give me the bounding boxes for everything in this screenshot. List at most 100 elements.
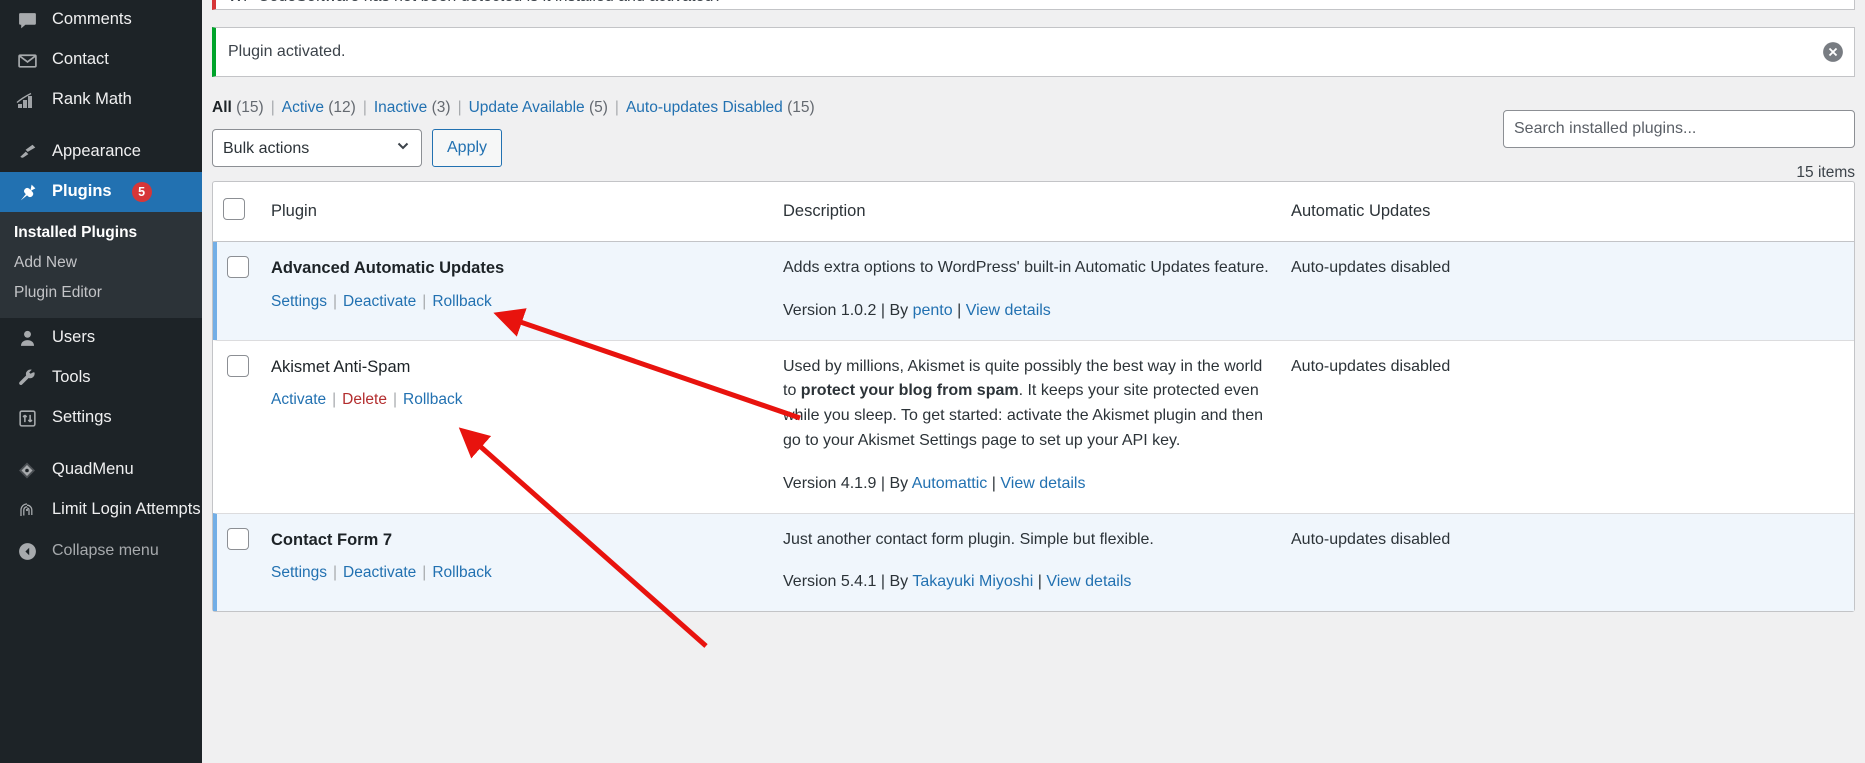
filter-count: (15) bbox=[236, 99, 264, 116]
meta-separator: | bbox=[880, 573, 886, 591]
deactivate-link[interactable]: Deactivate bbox=[343, 564, 416, 581]
notice-error-partial: WP CodeSoftware has not been detected is… bbox=[212, 0, 1855, 10]
auto-updates-status[interactable]: Auto-updates disabled bbox=[1291, 259, 1450, 276]
filter-label[interactable]: Active bbox=[282, 99, 324, 116]
row-checkbox-cell bbox=[213, 512, 261, 612]
settings-sliders-icon bbox=[14, 407, 40, 429]
rollback-link[interactable]: Rollback bbox=[432, 293, 491, 310]
collapse-menu-label: Collapse menu bbox=[52, 542, 159, 559]
sidebar-item-quadmenu[interactable]: QuadMenu bbox=[0, 450, 202, 490]
sidebar-item-label: Settings bbox=[52, 408, 112, 427]
sidebar-item-comments[interactable]: Comments bbox=[0, 0, 202, 40]
filter-update-available[interactable]: Update Available (5) bbox=[469, 99, 608, 117]
plugins-submenu: Installed Plugins Add New Plugin Editor bbox=[0, 212, 202, 318]
activate-link[interactable]: Activate bbox=[271, 391, 326, 408]
sidebar-item-label: QuadMenu bbox=[52, 460, 134, 479]
fingerprint-icon bbox=[14, 499, 40, 521]
sidebar-item-label: Comments bbox=[52, 10, 132, 29]
filter-label[interactable]: Update Available bbox=[469, 99, 585, 116]
close-circle-icon[interactable] bbox=[1822, 41, 1844, 63]
row-select-checkbox[interactable] bbox=[227, 256, 249, 278]
filter-all[interactable]: All (15) bbox=[212, 99, 264, 117]
deactivate-link[interactable]: Deactivate bbox=[343, 293, 416, 310]
row-select-checkbox[interactable] bbox=[227, 527, 249, 550]
settings-link[interactable]: Settings bbox=[271, 293, 327, 310]
envelope-icon bbox=[14, 49, 40, 71]
plugins-update-badge: 5 bbox=[131, 182, 152, 202]
sidebar-subitem-add-new[interactable]: Add New bbox=[0, 248, 202, 278]
row-select-checkbox[interactable] bbox=[227, 354, 249, 377]
sidebar-item-limit-login-attempts[interactable]: Limit Login Attempts bbox=[0, 490, 202, 530]
select-all-checkbox[interactable] bbox=[223, 198, 245, 220]
apply-button[interactable]: Apply bbox=[432, 129, 503, 167]
sidebar-item-rank-math[interactable]: Rank Math bbox=[0, 80, 202, 120]
version-prefix: Version bbox=[783, 573, 837, 591]
view-details-link[interactable]: View details bbox=[1046, 573, 1131, 590]
plugins-table: Plugin Description Automatic Updates Adv… bbox=[212, 181, 1855, 613]
by-label: By bbox=[889, 573, 909, 591]
sidebar-item-label: Limit Login Attempts bbox=[52, 500, 201, 519]
plugin-meta: Version 1.0.2 | By pento | View details bbox=[783, 299, 1271, 324]
table-row: Akismet Anti-Spam Activate | Delete | Rollba… bbox=[213, 339, 1854, 513]
plugin-auto-updates-cell: Auto-updates disabled bbox=[1281, 242, 1854, 340]
rank-math-icon bbox=[14, 89, 40, 111]
sidebar-item-appearance[interactable]: Appearance bbox=[0, 132, 202, 172]
filter-count: (3) bbox=[431, 99, 451, 116]
sidebar-item-plugins[interactable]: Plugins 5 bbox=[0, 172, 202, 212]
sidebar-item-label: Contact bbox=[52, 50, 109, 69]
version-number: 4.1.9 bbox=[840, 474, 877, 492]
sidebar-item-label: Users bbox=[52, 328, 96, 347]
quadmenu-diamond-icon bbox=[14, 459, 40, 481]
plugin-name-cell: Akismet Anti-Spam Activate | Delete | Rollba… bbox=[261, 339, 773, 513]
plugin-author-link[interactable]: Automattic bbox=[912, 475, 988, 492]
search-input[interactable] bbox=[1503, 110, 1855, 148]
plugin-name-cell: Contact Form 7 Settings | Deactivate | Rollb… bbox=[261, 512, 773, 612]
collapse-menu-button[interactable]: Collapse menu bbox=[0, 530, 202, 572]
auto-updates-status[interactable]: Auto-updates disabled bbox=[1291, 358, 1450, 375]
auto-updates-status[interactable]: Auto-updates disabled bbox=[1291, 531, 1450, 548]
plugin-row-actions: Activate | Delete | Rollback bbox=[271, 391, 463, 409]
column-header-description: Description bbox=[773, 182, 1281, 242]
sidebar-separator bbox=[0, 120, 202, 132]
table-row: Contact Form 7 Settings | Deactivate | Rollb… bbox=[213, 512, 1854, 612]
plug-icon bbox=[14, 181, 40, 203]
view-details-link[interactable]: View details bbox=[1000, 475, 1085, 492]
version-prefix: Version bbox=[783, 474, 837, 492]
plugin-description-cell: Used by millions, Akismet is quite possi… bbox=[773, 339, 1281, 513]
sidebar-item-contact[interactable]: Contact bbox=[0, 40, 202, 80]
filter-auto-updates-disabled[interactable]: Auto-updates Disabled (15) bbox=[626, 99, 815, 117]
plugin-author-link[interactable]: Takayuki Miyoshi bbox=[912, 573, 1033, 590]
rollback-link[interactable]: Rollback bbox=[432, 564, 491, 581]
column-header-plugin[interactable]: Plugin bbox=[261, 182, 773, 242]
delete-link[interactable]: Delete bbox=[342, 391, 387, 408]
sidebar-subitem-plugin-editor[interactable]: Plugin Editor bbox=[0, 278, 202, 308]
sidebar-item-users[interactable]: Users bbox=[0, 318, 202, 358]
plugin-author-link[interactable]: pento bbox=[913, 302, 953, 319]
filter-active[interactable]: Active (12) bbox=[282, 99, 356, 117]
filter-label[interactable]: Auto-updates Disabled bbox=[626, 99, 783, 116]
sidebar-subitem-installed-plugins[interactable]: Installed Plugins bbox=[0, 218, 202, 248]
filter-label[interactable]: Inactive bbox=[374, 99, 427, 116]
rollback-link[interactable]: Rollback bbox=[403, 391, 462, 408]
main-content: WP CodeSoftware has not been detected is… bbox=[202, 0, 1865, 763]
sidebar-item-label: Rank Math bbox=[52, 90, 132, 109]
plugin-auto-updates-cell: Auto-updates disabled bbox=[1281, 339, 1854, 513]
filter-label: All bbox=[212, 99, 232, 116]
filter-inactive[interactable]: Inactive (3) bbox=[374, 99, 451, 117]
bulk-actions-select[interactable]: Bulk actions bbox=[212, 129, 422, 167]
sidebar-item-tools[interactable]: Tools bbox=[0, 358, 202, 398]
notice-error-text: WP CodeSoftware has not been detected is… bbox=[228, 0, 722, 5]
view-details-link[interactable]: View details bbox=[966, 302, 1051, 319]
plugin-description-cell: Adds extra options to WordPress' built-i… bbox=[773, 242, 1281, 340]
by-label: By bbox=[889, 474, 909, 492]
settings-link[interactable]: Settings bbox=[271, 564, 327, 581]
filter-count: (15) bbox=[787, 99, 815, 116]
select-all-header bbox=[213, 182, 261, 242]
sidebar-item-settings[interactable]: Settings bbox=[0, 398, 202, 438]
plugin-auto-updates-cell: Auto-updates disabled bbox=[1281, 512, 1854, 612]
plugin-meta: Version 5.4.1 | By Takayuki Miyoshi | Vi… bbox=[783, 570, 1271, 595]
column-header-automatic-updates: Automatic Updates bbox=[1281, 182, 1854, 242]
meta-separator: | bbox=[991, 474, 996, 492]
meta-separator: | bbox=[880, 474, 886, 492]
wrench-icon bbox=[14, 367, 40, 389]
